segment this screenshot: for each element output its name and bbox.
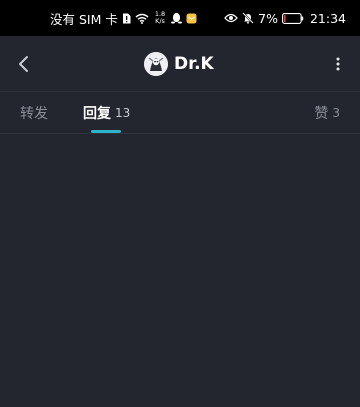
- tab-label: 回复: [83, 106, 111, 122]
- active-tab-indicator: [91, 130, 121, 133]
- status-right: 7% 21:34: [224, 11, 346, 26]
- tab-count: 13: [115, 106, 131, 120]
- network-speed: 1.8 K/s: [155, 11, 165, 25]
- tab-label: 转发: [20, 106, 48, 122]
- more-options-button[interactable]: [330, 50, 346, 78]
- avatar[interactable]: [144, 52, 168, 76]
- screen: 没有 SIM 卡 1.8 K/s 7% 21:34 Dr.K 转发 回复 13 …: [0, 0, 360, 407]
- tab-reposts[interactable]: 转发: [20, 92, 52, 134]
- qq-icon: [171, 12, 183, 24]
- avatar-image: [144, 52, 168, 76]
- more-vertical-icon: [336, 57, 340, 71]
- tab-replies[interactable]: 回复 13: [83, 92, 130, 134]
- status-left: 没有 SIM 卡 1.8 K/s: [50, 9, 197, 28]
- tab-bar: 转发 回复 13 赞 3: [0, 92, 360, 134]
- wifi-icon: [135, 13, 149, 24]
- tab-label: 赞: [314, 106, 329, 122]
- page-title: Dr.K: [174, 54, 214, 74]
- battery-percent: 7%: [258, 10, 278, 26]
- net-speed-unit: K/s: [155, 17, 165, 25]
- back-button[interactable]: [10, 50, 38, 78]
- header-bar: Dr.K: [0, 36, 360, 92]
- replies-list: [0, 134, 360, 407]
- chevron-left-icon: [19, 56, 28, 72]
- carrier-text: 没有 SIM 卡: [50, 11, 118, 27]
- tab-likes[interactable]: 赞 3: [314, 92, 340, 134]
- mute-bell-icon: [242, 12, 254, 24]
- tab-count: 3: [332, 106, 340, 120]
- message-notification-icon: [186, 13, 197, 24]
- sim-alert-icon: [122, 13, 131, 24]
- battery-icon: [282, 12, 304, 24]
- post-author[interactable]: Dr.K: [144, 50, 214, 78]
- status-bar: 没有 SIM 卡 1.8 K/s 7% 21:34: [0, 0, 360, 36]
- clock: 21:34: [309, 10, 346, 26]
- eye-icon: [224, 13, 238, 23]
